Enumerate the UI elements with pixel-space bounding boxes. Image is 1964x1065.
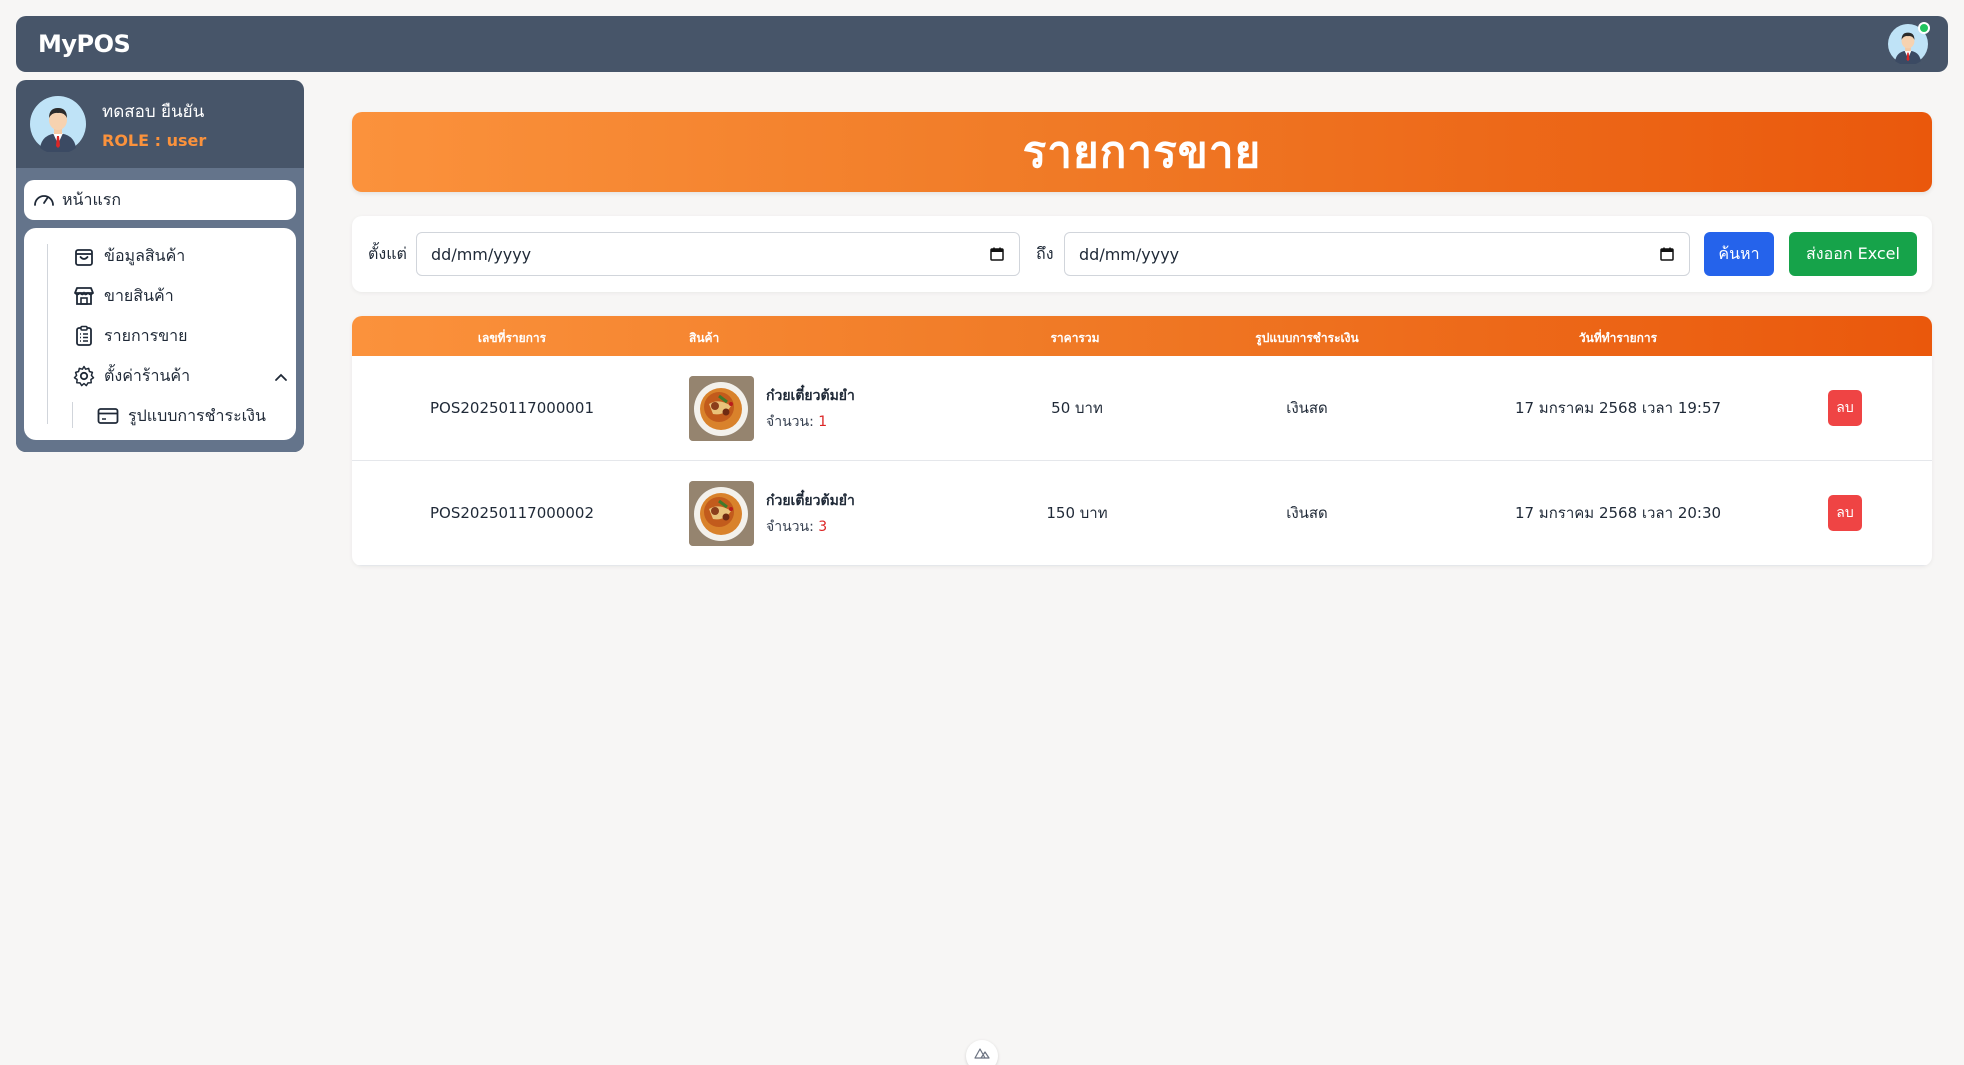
sidebar-item-label: รายการขาย bbox=[104, 325, 188, 345]
gear-icon bbox=[73, 365, 95, 387]
page-title: รายการขาย bbox=[1022, 127, 1262, 178]
column-header: เลขที่รายการ bbox=[477, 331, 547, 345]
sidebar-item-payment-methods[interactable]: รูปแบบการชำระเงิน bbox=[96, 402, 266, 430]
chevron-up-icon[interactable] bbox=[274, 370, 288, 384]
payment-method: เงินสด bbox=[1286, 504, 1328, 522]
sidebar-item-sell[interactable]: ขายสินค้า bbox=[72, 282, 174, 310]
store-icon bbox=[74, 287, 94, 305]
transaction-date: 17 มกราคม 2568 เวลา 19:57 bbox=[1514, 399, 1722, 417]
column-header: วันที่ทำรายการ bbox=[1578, 331, 1658, 345]
payment-method: เงินสด bbox=[1286, 399, 1328, 417]
page-title-banner: รายการขาย bbox=[352, 112, 1932, 192]
to-date-value: dd/mm/yyyy bbox=[1079, 244, 1180, 264]
table-header: เลขที่รายการ สินค้า ราคารวม รูปแบบการชำร… bbox=[352, 316, 1932, 356]
delete-button[interactable]: ลบ bbox=[1828, 495, 1862, 531]
sales-table: เลขที่รายการ สินค้า ราคารวม รูปแบบการชำร… bbox=[352, 316, 1932, 566]
order-number: POS20250117000002 bbox=[430, 504, 594, 522]
sidebar-item-label: ขายสินค้า bbox=[104, 285, 174, 305]
shopping-bag-icon bbox=[75, 249, 93, 266]
export-excel-button[interactable]: ส่งออก Excel bbox=[1789, 232, 1917, 276]
from-date-value: dd/mm/yyyy bbox=[431, 244, 532, 264]
user-name: ทดสอบ ยืนยัน bbox=[102, 102, 205, 122]
devtools-toggle[interactable] bbox=[966, 1040, 998, 1065]
product-name: ก๋วยเตี๋ยวต้มยำ bbox=[766, 387, 855, 404]
sidebar-item-label: ข้อมูลสินค้า bbox=[104, 245, 186, 265]
user-avatar-menu[interactable] bbox=[1888, 22, 1930, 64]
from-date-input[interactable]: dd/mm/yyyy bbox=[416, 232, 1020, 276]
sidebar-item-label: รูปแบบการชำระเงิน bbox=[128, 405, 266, 425]
product-cell: ก๋วยเตี๋ยวต้มยำ จำนวน: 1 bbox=[689, 376, 855, 441]
order-number: POS20250117000001 bbox=[430, 399, 594, 417]
gauge-icon bbox=[34, 195, 54, 206]
filter-bar: ตั้งแต่ dd/mm/yyyy ถึง dd/mm/yyyy ค้นหา … bbox=[352, 216, 1932, 292]
delete-button[interactable]: ลบ bbox=[1828, 390, 1862, 426]
product-quantity: จำนวน: 1 bbox=[766, 413, 828, 430]
sidebar-item-store-settings[interactable]: ตั้งค่าร้านค้า bbox=[72, 362, 288, 390]
sidebar-item-sales-list[interactable]: รายการขาย bbox=[72, 322, 188, 350]
user-role: ROLE : user bbox=[102, 131, 207, 150]
total-price: 50 บาท bbox=[1051, 399, 1103, 417]
nuxt-logo-icon bbox=[974, 1048, 990, 1059]
search-button[interactable]: ค้นหา bbox=[1704, 232, 1774, 276]
sidebar-menu: หน้าแรก ข้อมูลสินค้า ขายสินค้า รายการขาย… bbox=[16, 168, 304, 452]
avatar bbox=[30, 96, 86, 152]
clipboard-list-icon bbox=[76, 325, 92, 346]
column-header: ราคารวม bbox=[1050, 331, 1100, 345]
column-header: รูปแบบการชำระเงิน bbox=[1255, 331, 1359, 345]
to-date-input[interactable]: dd/mm/yyyy bbox=[1064, 232, 1690, 276]
sidebar-item-label: ตั้งค่าร้านค้า bbox=[104, 365, 191, 385]
sidebar-item-label: หน้าแรก bbox=[62, 189, 122, 209]
brand-logo[interactable]: MyPOS bbox=[38, 30, 131, 58]
online-status-dot bbox=[1918, 22, 1930, 34]
product-image bbox=[689, 481, 754, 546]
to-date-label: ถึง bbox=[1036, 244, 1054, 263]
table-row: POS20250117000001 ก๋วยเตี๋ยวต้มยำ จำนวน:… bbox=[352, 356, 1932, 461]
table-row: POS20250117000002 ก๋วยเตี๋ยวต้มยำ จำนวน:… bbox=[352, 461, 1932, 566]
product-cell: ก๋วยเตี๋ยวต้มยำ จำนวน: 3 bbox=[689, 481, 855, 546]
total-price: 150 บาท bbox=[1046, 504, 1108, 522]
column-header: สินค้า bbox=[689, 331, 720, 345]
product-quantity: จำนวน: 3 bbox=[766, 518, 828, 535]
user-profile: ทดสอบ ยืนยัน ROLE : user bbox=[16, 80, 304, 168]
calendar-icon[interactable] bbox=[989, 246, 1005, 262]
calendar-icon[interactable] bbox=[1659, 246, 1675, 262]
top-navbar: MyPOS bbox=[16, 16, 1948, 72]
submenu-divider bbox=[72, 402, 73, 428]
sidebar-group: ข้อมูลสินค้า ขายสินค้า รายการขาย ตั้งค่า… bbox=[24, 228, 296, 440]
from-date-label: ตั้งแต่ bbox=[368, 244, 407, 263]
product-image bbox=[689, 376, 754, 441]
sidebar-item-products[interactable]: ข้อมูลสินค้า bbox=[72, 242, 185, 270]
sidebar: ทดสอบ ยืนยัน ROLE : user หน้าแรก ข้อมูลส… bbox=[16, 80, 304, 452]
transaction-date: 17 มกราคม 2568 เวลา 20:30 bbox=[1514, 504, 1722, 522]
product-name: ก๋วยเตี๋ยวต้มยำ bbox=[766, 492, 855, 509]
credit-card-icon bbox=[97, 408, 119, 424]
sidebar-item-home[interactable]: หน้าแรก bbox=[24, 180, 296, 220]
